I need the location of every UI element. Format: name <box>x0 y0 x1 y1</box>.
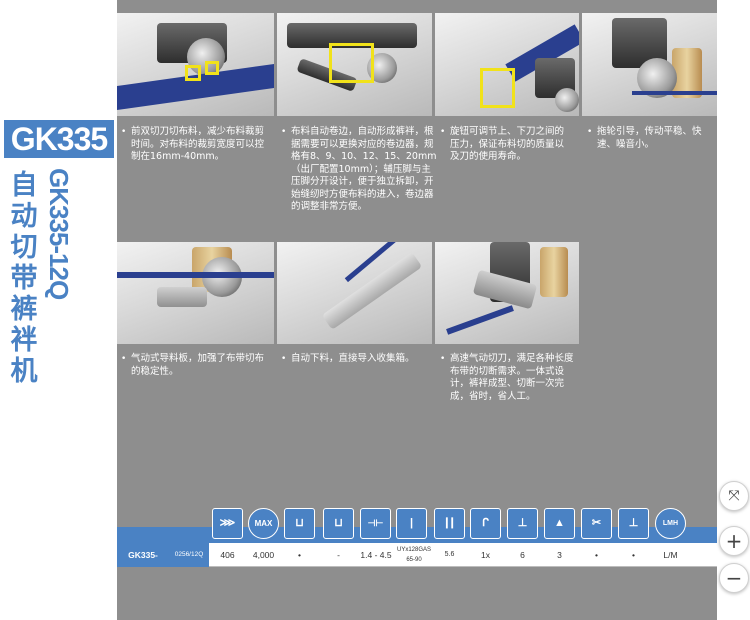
photo-knife-knob <box>435 13 579 116</box>
feature-text: 气动式导料板，加强了布带切布的稳定性。 <box>131 353 265 377</box>
stitch-cell: 406 <box>220 550 235 560</box>
photo-folder <box>277 13 432 116</box>
feature-desc: • 旋钮可调节上、下刀之间的压力，保证布料切的质量以及刀的使用寿命。 <box>440 126 565 162</box>
photo-front-cutter <box>117 13 274 116</box>
needle-distance-cell: 1.4 - 4.5 <box>360 550 392 560</box>
feature-text: 高速气动切刀，满足各种长度布带的切断需求。一体式设计，裤袢成型、切断一次完成，省… <box>450 353 574 402</box>
cutter-cell: • <box>595 550 598 560</box>
needle-type-cell: UYx128GAS 65-90 <box>393 543 435 567</box>
stitch-length-icon: ⊔ <box>284 508 315 539</box>
model-suffix-cell: 0256/12Q <box>169 543 209 567</box>
trimmer-icon: ⊥ <box>618 508 649 539</box>
feature-desc: • 气动式导料板，加强了布带切布的稳定性。 <box>121 353 265 377</box>
needle-type-line1: UYx128GAS <box>396 547 432 553</box>
product-title-cn: 自 动 切 带 裤 袢 机 <box>10 170 38 387</box>
foot-lift-icon: ┃┃ <box>434 508 465 539</box>
model-cell: GK335- <box>117 543 169 567</box>
feature-desc: • 前双切刀切布料，减少布料裁剪时间。对布料的裁剪宽度可以控制在16mm-40m… <box>121 126 265 162</box>
presser-foot-icon: ⊥ <box>507 508 538 539</box>
feature-desc: • 拖轮引导，传动平稳、快速、噪音小。 <box>587 126 702 150</box>
photo-puller-wheel <box>582 13 717 116</box>
differential-cell: - <box>337 550 340 560</box>
feature-text: 布料自动卷边，自动形成裤袢，根据需要可以更换对应的卷边器，规格有8、9、10、1… <box>291 126 437 212</box>
title-char: 自 <box>10 170 38 201</box>
trimmer-cell: • <box>632 550 635 560</box>
photo-guide-plate <box>117 242 274 344</box>
zoom-in-button[interactable]: + <box>719 526 749 556</box>
catalog-page: GK335 自 动 切 带 裤 袢 机 GK335-12Q • 前双切刀切布料，… <box>0 0 750 620</box>
lubrication-icon: LMH <box>655 508 686 539</box>
model-number-text: GK335-12Q <box>44 168 74 300</box>
max-speed-icon: MAX <box>248 508 279 539</box>
needle-distance-icon: ⊣⊢ <box>360 508 391 539</box>
max-speed-cell: 4,000 <box>252 550 275 560</box>
stitch-length-cell: • <box>298 550 301 560</box>
differential-feed-icon: ⊔ <box>323 508 354 539</box>
title-char: 裤 <box>10 294 38 325</box>
needle-type-icon: ᒋ <box>470 508 501 539</box>
photo-unloading <box>277 242 432 344</box>
cutter-icon: ✂ <box>581 508 612 539</box>
thread-count-icon: ▲ <box>544 508 575 539</box>
spec-table-row: GK335- 0256/12Q 406 4,000 • - 1.4 - 4.5 … <box>117 543 717 567</box>
foot-lift-cell: 1x <box>481 550 490 560</box>
feature-text: 旋钮可调节上、下刀之间的压力，保证布料切的质量以及刀的使用寿命。 <box>450 126 565 162</box>
needles-cell: 6 <box>520 550 525 560</box>
brand-label: GK335 <box>4 120 114 158</box>
needle-gauge-icon: | <box>396 508 427 539</box>
needle-type-line2: 65-90 <box>406 557 422 563</box>
feature-text: 自动下料，直接导入收集箱。 <box>291 353 415 364</box>
model-number-vertical: GK335-12Q <box>40 168 76 299</box>
lubrication-cell: L/M <box>663 550 678 560</box>
photo-air-cutter <box>435 242 579 344</box>
feature-text: 前双切刀切布料，减少布料裁剪时间。对布料的裁剪宽度可以控制在16mm-40mm。 <box>131 126 265 162</box>
title-char: 动 <box>10 201 38 232</box>
feature-desc: • 布料自动卷边，自动形成裤袢，根据需要可以更换对应的卷边器，规格有8、9、10… <box>281 126 437 212</box>
fit-screen-button[interactable]: ⤧ <box>719 481 749 511</box>
title-char: 机 <box>10 356 38 387</box>
threads-cell: 3 <box>557 550 562 560</box>
stitch-pattern-icon: ⋙ <box>212 508 243 539</box>
feature-text: 拖轮引导，传动平稳、快速、噪音小。 <box>597 126 702 150</box>
title-char: 袢 <box>10 325 38 356</box>
zoom-out-button[interactable]: − <box>719 563 749 593</box>
sidebar: GK335 自 动 切 带 裤 袢 机 GK335-12Q <box>0 0 117 620</box>
title-char: 切 <box>10 232 38 263</box>
spec-icon-bar: ⋙ MAX ⊔ ⊔ ⊣⊢ | ┃┃ ᒋ ⊥ ▲ ✂ ⊥ LMH <box>117 503 717 543</box>
title-char: 带 <box>10 263 38 294</box>
feature-desc: • 自动下料，直接导入收集箱。 <box>281 353 415 364</box>
needle-gauge-cell: 5.6 <box>444 551 455 558</box>
feature-desc: • 高速气动切刀，满足各种长度布带的切断需求。一体式设计，裤袢成型、切断一次完成… <box>440 353 574 402</box>
